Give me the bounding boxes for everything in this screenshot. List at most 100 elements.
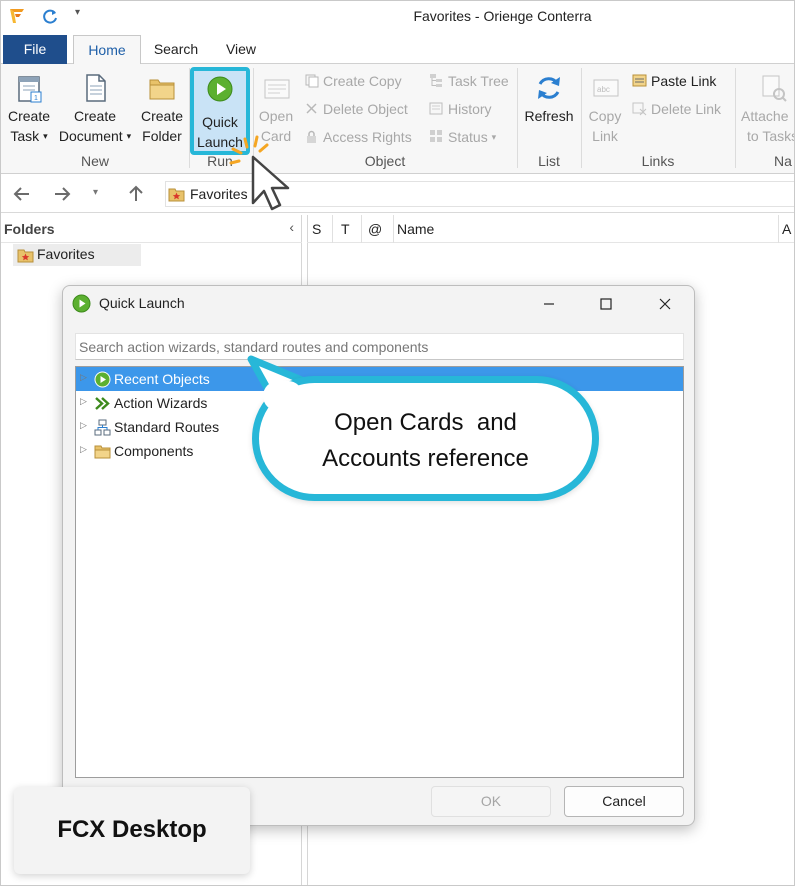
maximize-icon[interactable] xyxy=(594,292,618,316)
group-label-links: Links xyxy=(641,153,675,169)
favorites-folder-icon xyxy=(17,249,34,263)
product-badge-label: FCX Desktop xyxy=(57,816,207,843)
double-chevron-icon xyxy=(95,397,110,410)
refresh-icon xyxy=(538,77,560,99)
create-folder-button[interactable]: Create Folder xyxy=(138,72,186,146)
forward-arrow-icon[interactable] xyxy=(51,183,73,205)
tab-view[interactable]: View xyxy=(217,35,265,64)
delete-object-button[interactable]: Delete Object xyxy=(304,98,408,120)
create-document-label-2: Document xyxy=(58,128,123,144)
window-title: Favorites - Oriенge Conterra xyxy=(413,8,592,24)
tab-file[interactable]: File xyxy=(3,35,67,64)
play-icon xyxy=(207,76,233,102)
task-tree-button[interactable]: Task Tree xyxy=(429,70,509,92)
expand-icon[interactable]: ▷ xyxy=(80,372,90,384)
ok-button[interactable]: OK xyxy=(431,786,551,817)
search-input[interactable] xyxy=(76,334,683,359)
collapse-panel-icon[interactable]: ‹ xyxy=(289,219,294,235)
ribbon-tabs: File Home Search View xyxy=(1,33,794,65)
play-icon xyxy=(94,371,111,388)
callout-bubble: Open Cards and Accounts reference xyxy=(252,376,599,501)
folder-item-favorites[interactable]: Favorites xyxy=(13,244,141,266)
status-button[interactable]: Status ▾ xyxy=(429,126,496,148)
create-copy-button[interactable]: Create Copy xyxy=(304,70,402,92)
attached-label-2: to Tasks xyxy=(747,128,795,144)
create-task-label-1: Create xyxy=(7,108,51,124)
list-header: S T @ Name A xyxy=(307,215,794,243)
create-folder-label-1: Create xyxy=(140,108,184,124)
create-task-button[interactable]: 1 Create Task ▾ xyxy=(5,72,53,146)
column-t[interactable]: T xyxy=(341,221,350,237)
card-icon xyxy=(264,79,290,99)
column-s[interactable]: S xyxy=(312,221,321,237)
tab-home[interactable]: Home xyxy=(73,35,141,65)
callout-joint xyxy=(263,381,303,411)
quick-launch-search[interactable] xyxy=(75,333,684,360)
up-arrow-icon[interactable] xyxy=(125,183,147,205)
history-label: History xyxy=(448,101,492,117)
chevron-down-icon: ▾ xyxy=(491,132,497,142)
delete-link-button[interactable]: Delete Link xyxy=(632,98,721,120)
copy-link-button[interactable]: abc Copy Link xyxy=(583,72,627,146)
cancel-button[interactable]: Cancel xyxy=(564,786,684,817)
folders-title: Folders xyxy=(4,221,55,237)
history-button[interactable]: History xyxy=(429,98,492,120)
back-arrow-icon[interactable] xyxy=(11,183,33,205)
product-badge: FCX Desktop xyxy=(14,787,250,874)
lock-icon xyxy=(307,130,316,143)
copy-icon xyxy=(305,74,319,88)
status-label: Status xyxy=(448,129,488,145)
callout-text: Open Cards and Accounts reference xyxy=(259,405,592,477)
copy-link-label-2: Link xyxy=(592,128,618,144)
column-a[interactable]: A xyxy=(782,221,791,237)
column-separator xyxy=(332,215,333,243)
task-tree-icon xyxy=(430,74,442,87)
group-label-list: List xyxy=(538,153,560,169)
svg-text:1: 1 xyxy=(34,95,38,102)
calendar-task-icon: 1 xyxy=(18,76,42,103)
expand-icon[interactable]: ▷ xyxy=(80,396,90,408)
paste-link-icon xyxy=(632,74,647,87)
dialog-title-bar[interactable]: Quick Launch xyxy=(63,286,694,322)
expand-icon[interactable]: ▷ xyxy=(80,420,90,432)
group-label-new: New xyxy=(80,153,109,169)
expand-icon[interactable]: ▷ xyxy=(80,444,90,456)
title-bar: ▾ Favorites - Oriенge Conterra xyxy=(1,1,794,33)
folders-header: Folders ‹ xyxy=(1,215,302,243)
folder-icon xyxy=(94,445,111,459)
delete-object-label: Delete Object xyxy=(323,101,408,117)
attached-to-tasks-button[interactable]: Attache to Tasks xyxy=(741,72,795,146)
column-name[interactable]: Name xyxy=(397,221,434,237)
route-icon xyxy=(94,419,111,436)
attached-label-1: Attache xyxy=(741,108,789,124)
column-at[interactable]: @ xyxy=(368,221,382,237)
ribbon-separator xyxy=(735,68,736,168)
mouse-cursor-icon xyxy=(229,135,290,211)
refresh-label: Refresh xyxy=(524,108,574,124)
chevron-down-icon: ▾ xyxy=(126,131,132,141)
quick-launch-label-1: Quick xyxy=(202,114,238,130)
close-icon[interactable] xyxy=(653,292,677,316)
folder-item-label: Favorites xyxy=(37,246,95,262)
access-rights-label: Access Rights xyxy=(323,129,412,145)
create-document-label-1: Create xyxy=(73,108,117,124)
create-document-button[interactable]: Create Document ▾ xyxy=(56,72,134,146)
refresh-button[interactable]: Refresh xyxy=(521,72,577,126)
close-icon xyxy=(306,103,317,114)
group-label-na: Na xyxy=(774,153,792,169)
copy-link-icon: abc xyxy=(593,79,619,97)
minimize-icon[interactable] xyxy=(537,292,561,316)
attach-search-icon xyxy=(762,75,787,102)
access-rights-button[interactable]: Access Rights xyxy=(304,126,412,148)
dialog-title: Quick Launch xyxy=(99,295,185,311)
create-copy-label: Create Copy xyxy=(323,73,402,89)
app-window: ▾ Favorites - Oriенge Conterra File Home… xyxy=(0,0,795,886)
delete-link-icon xyxy=(632,102,647,116)
tree-node-label: Standard Routes xyxy=(114,419,220,435)
open-card-label-1: Open xyxy=(258,108,294,124)
history-dropdown-icon[interactable]: ▾ xyxy=(93,187,98,198)
paste-link-button[interactable]: Paste Link xyxy=(632,70,716,92)
svg-text:abc: abc xyxy=(597,85,610,94)
task-tree-label: Task Tree xyxy=(448,73,509,89)
tab-search[interactable]: Search xyxy=(149,35,203,64)
